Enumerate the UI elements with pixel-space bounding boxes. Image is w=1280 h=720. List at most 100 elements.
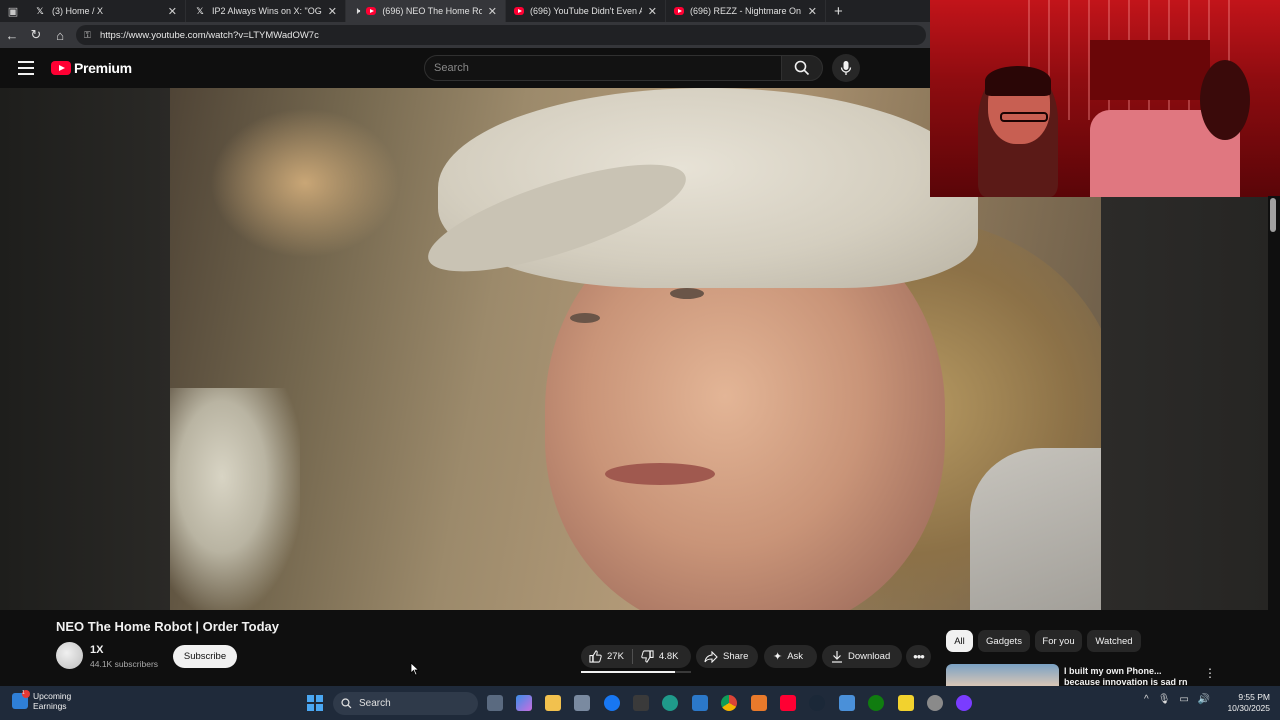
webcam-overlay xyxy=(930,0,1280,197)
network-icon[interactable]: ▭ xyxy=(1179,694,1188,705)
search-icon xyxy=(794,60,810,76)
more-actions-button[interactable]: ••• xyxy=(906,645,931,668)
start-button[interactable] xyxy=(307,695,323,711)
chip-watched[interactable]: Watched xyxy=(1087,630,1141,652)
logo-text: Premium xyxy=(74,60,132,76)
task-view-icon[interactable] xyxy=(487,695,503,711)
tab-title: IP2 Always Wins on X: "OG Geeze xyxy=(212,6,322,16)
ask-button[interactable]: ✦ Ask xyxy=(764,645,817,668)
scrollbar-thumb[interactable] xyxy=(1270,198,1276,232)
close-tab-icon[interactable]: ✕ xyxy=(488,5,497,18)
like-count: 27K xyxy=(607,651,624,662)
tab-title: (696) REZZ - Nightmare On Rezz xyxy=(690,6,802,16)
browser-tab-rezz[interactable]: (696) REZZ - Nightmare On Rezz ✕ xyxy=(666,0,826,22)
home-icon[interactable]: ⌂ xyxy=(48,28,72,43)
sparkle-icon: ✦ xyxy=(773,651,783,663)
chip-gadgets[interactable]: Gadgets xyxy=(978,630,1030,652)
tab-title: (696) NEO The Home Robot xyxy=(382,6,482,16)
search-input[interactable]: Search xyxy=(424,55,782,81)
calculator-icon[interactable] xyxy=(692,695,708,711)
close-tab-icon[interactable]: ✕ xyxy=(808,5,817,18)
youtube-app-icon[interactable] xyxy=(780,695,796,711)
youtube-logo[interactable]: Premium xyxy=(51,60,132,76)
like-ratio-fill xyxy=(581,671,675,673)
store-icon[interactable] xyxy=(574,695,590,711)
vlc-icon[interactable] xyxy=(751,695,767,711)
clock[interactable]: 9:55 PM 10/30/2025 xyxy=(1224,692,1270,714)
obs-icon[interactable] xyxy=(956,695,972,711)
voice-search-button[interactable] xyxy=(832,54,860,82)
facebook-icon[interactable] xyxy=(604,695,620,711)
widgets-button[interactable]: 1 Upcoming Earnings xyxy=(12,690,71,711)
copilot-icon[interactable] xyxy=(516,695,532,711)
browser-tab-neo[interactable]: 🕨 (696) NEO The Home Robot ✕ xyxy=(346,0,506,22)
clock-time: 9:55 PM xyxy=(1238,692,1270,702)
youtube-icon xyxy=(514,7,524,15)
app-icon[interactable] xyxy=(839,695,855,711)
file-explorer-icon[interactable] xyxy=(545,695,561,711)
close-tab-icon[interactable]: ✕ xyxy=(328,5,337,18)
close-tab-icon[interactable]: ✕ xyxy=(168,5,177,18)
like-dislike-group: 27K 4.8K xyxy=(581,645,691,668)
browser-tab-ip2[interactable]: 𝕏 IP2 Always Wins on X: "OG Geeze ✕ xyxy=(186,0,346,22)
search-button[interactable] xyxy=(781,55,823,81)
x-icon: 𝕏 xyxy=(196,5,204,16)
tab-actions-icon[interactable]: ▣ xyxy=(0,0,26,22)
download-label: Download xyxy=(848,651,891,662)
chip-all[interactable]: All xyxy=(946,630,973,652)
new-tab-icon[interactable]: + xyxy=(834,3,843,20)
reload-icon[interactable]: ↻ xyxy=(24,27,48,43)
dislike-button[interactable]: 4.8K xyxy=(633,645,687,668)
ask-label: Ask xyxy=(787,651,804,662)
back-icon[interactable]: ← xyxy=(0,28,24,43)
mouse-cursor-icon xyxy=(410,662,420,676)
xbox-icon[interactable] xyxy=(868,695,884,711)
like-button[interactable]: 27K xyxy=(581,645,632,668)
recommendation-thumbnail[interactable] xyxy=(946,664,1059,686)
taskbar-search[interactable]: Search xyxy=(333,692,478,715)
share-button[interactable]: Share xyxy=(696,645,758,668)
channel-avatar[interactable] xyxy=(56,642,83,669)
amazon-icon[interactable] xyxy=(633,695,649,711)
youtube-icon xyxy=(51,61,71,75)
scrollbar-track[interactable] xyxy=(1268,196,1280,686)
search-placeholder: Search xyxy=(434,62,469,74)
search-icon xyxy=(341,698,352,709)
stocks-icon: 1 xyxy=(12,690,30,709)
subscriber-count: 44.1K subscribers xyxy=(90,659,159,669)
download-icon xyxy=(832,651,842,663)
settings-icon[interactable] xyxy=(927,695,943,711)
browser-tab-home-x[interactable]: 𝕏 (3) Home / X ✕ xyxy=(26,0,186,22)
more-horizontal-icon: ••• xyxy=(913,649,925,664)
youtube-icon xyxy=(366,7,377,15)
video-title: NEO The Home Robot | Order Today xyxy=(56,619,279,634)
system-tray: ^ 🎙 ▭ 🔊 xyxy=(1144,694,1219,705)
share-icon xyxy=(704,650,718,663)
chevron-up-icon[interactable]: ^ xyxy=(1144,694,1149,705)
volume-icon[interactable]: 🔊 xyxy=(1198,694,1210,705)
microphone-icon[interactable]: 🎙 xyxy=(1158,694,1171,705)
subscribe-button[interactable]: Subscribe xyxy=(173,645,237,668)
steam-icon[interactable] xyxy=(809,695,825,711)
recommendation-title[interactable]: I built my own Phone... because innovati… xyxy=(1064,666,1200,686)
like-ratio-bar xyxy=(581,671,691,673)
share-label: Share xyxy=(723,651,749,662)
more-vertical-icon[interactable]: ⋮ xyxy=(1204,666,1216,680)
ambient-left xyxy=(0,88,170,610)
site-info-icon[interactable]: ⚿ xyxy=(84,30,94,40)
browser-tab-youtube-ask[interactable]: (696) YouTube Didn't Even Ask Fi ✕ xyxy=(506,0,666,22)
download-button[interactable]: Download xyxy=(822,645,902,668)
chip-for-you[interactable]: For you xyxy=(1035,630,1082,652)
tab-title: (696) YouTube Didn't Even Ask Fi xyxy=(530,6,642,16)
menu-icon[interactable] xyxy=(18,61,34,75)
edge-icon[interactable] xyxy=(662,695,678,711)
channel-name[interactable]: 1X xyxy=(90,644,103,656)
chrome-icon[interactable] xyxy=(721,695,737,711)
sticky-notes-icon[interactable] xyxy=(898,695,914,711)
speaker-icon[interactable]: 🕨 xyxy=(354,6,360,17)
close-tab-icon[interactable]: ✕ xyxy=(648,5,657,18)
tab-title: (3) Home / X xyxy=(52,6,104,16)
url-field[interactable]: ⚿ https://www.youtube.com/watch?v=LTYMWa… xyxy=(76,25,926,45)
clock-date: 10/30/2025 xyxy=(1227,703,1270,713)
taskbar-search-label: Search xyxy=(359,698,391,709)
